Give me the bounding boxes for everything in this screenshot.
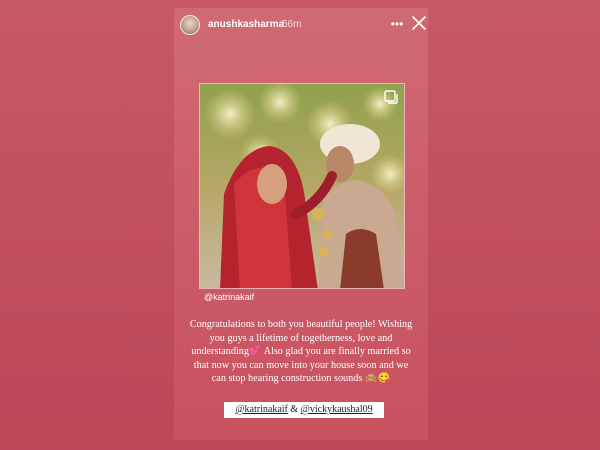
mention-vickykaushal09[interactable]: @vickykaushal09: [301, 404, 373, 415]
story-card: anushkasharma 56m ••• @katrinakaif Congr…: [174, 8, 428, 440]
multiple-posts-icon: [384, 90, 398, 104]
timestamp: 56m: [282, 19, 302, 30]
wedding-photo-image: [200, 84, 404, 288]
mention-katrinakaif[interactable]: @katrinakaif: [235, 404, 288, 415]
shared-post-photo[interactable]: [199, 83, 405, 289]
photo-mention-tag[interactable]: @katrinakaif: [204, 292, 254, 302]
mention-joiner: &: [287, 404, 301, 415]
story-header: anushkasharma 56m •••: [178, 14, 426, 38]
avatar[interactable]: [180, 15, 200, 35]
story-caption: Congratulations to both you beautiful pe…: [189, 319, 413, 385]
mention-sticker[interactable]: @katrinakaif & @vickykaushal09: [224, 402, 384, 418]
close-icon[interactable]: [412, 16, 426, 30]
more-horizontal-icon[interactable]: •••: [390, 17, 404, 31]
username[interactable]: anushkasharma: [208, 19, 284, 30]
